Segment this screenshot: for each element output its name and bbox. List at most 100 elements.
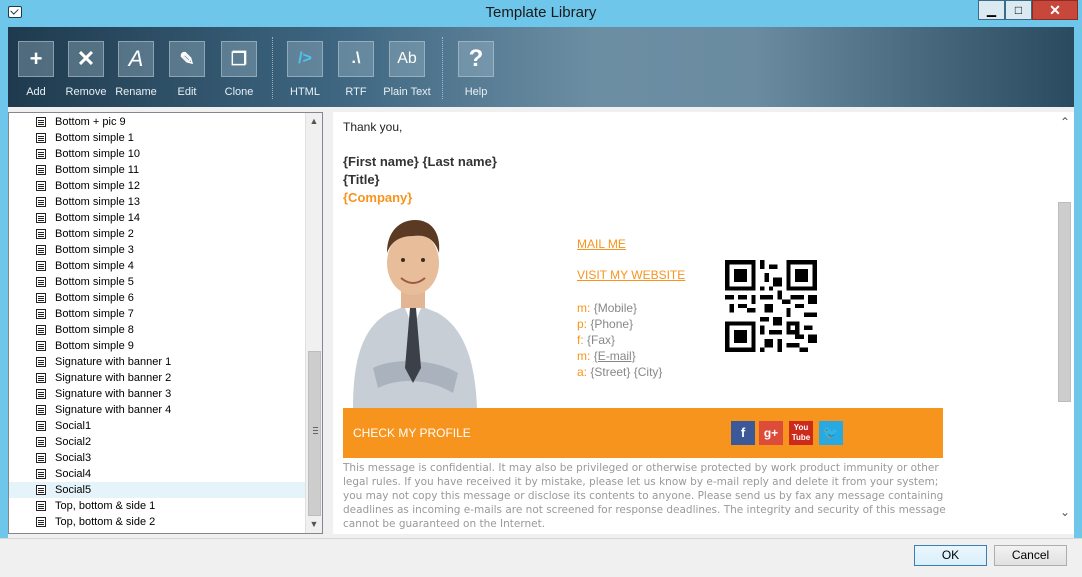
rename-button[interactable]: A Rename [111,41,161,98]
remove-button[interactable]: ✕ Remove [61,41,111,98]
visit-website-link[interactable]: VISIT MY WEBSITE [577,268,685,282]
list-item[interactable]: Top, bottom & side 2 [9,514,305,530]
list-item[interactable]: Bottom simple 2 [9,226,305,242]
template-file-icon [36,261,46,271]
template-file-icon [36,149,46,159]
google-plus-icon[interactable]: g+ [759,421,783,445]
list-item[interactable]: Top, bottom & side 1 [9,498,305,514]
list-item[interactable]: Bottom simple 11 [9,162,305,178]
template-file-icon [36,485,46,495]
rtf-icon: .\ [338,41,374,77]
template-file-icon [36,325,46,335]
profile-banner: CHECK MY PROFILE f g+ You Tube 🐦 [343,408,943,458]
add-label: Add [26,86,46,98]
list-item[interactable]: Bottom simple 7 [9,306,305,322]
company-placeholder: {Company} [343,190,413,205]
maximize-button[interactable]: □ [1005,0,1032,20]
list-scroll-thumb[interactable] [308,351,321,516]
list-item[interactable]: Signature with banner 3 [9,386,305,402]
template-file-icon [36,165,46,175]
list-item[interactable]: Bottom simple 10 [9,146,305,162]
name-placeholder: {First name} {Last name} [343,154,497,169]
list-item[interactable]: Bottom simple 8 [9,322,305,338]
list-item[interactable]: Social2 [9,434,305,450]
html-label: HTML [290,86,320,98]
template-file-icon [36,309,46,319]
list-item[interactable]: Bottom + pic 9 [9,114,305,130]
profile-photo [343,208,483,408]
add-button[interactable]: + Add [11,41,61,98]
template-file-icon [36,245,46,255]
list-item-label: Social2 [55,436,92,448]
list-item[interactable]: Social3 [9,450,305,466]
scroll-up-arrow-icon[interactable]: ▲ [306,113,322,130]
template-file-icon [36,517,46,527]
html-button[interactable]: /> HTML [280,41,330,98]
list-item[interactable]: Social1 [9,418,305,434]
youtube-icon[interactable]: You Tube [789,421,813,445]
template-file-icon [36,229,46,239]
template-file-icon [36,453,46,463]
contact-key: m: [577,301,591,315]
list-item[interactable]: Social5 [9,482,305,498]
list-item[interactable]: Bottom simple 12 [9,178,305,194]
list-item-label: Bottom simple 4 [55,260,134,272]
close-button[interactable]: ✕ [1032,0,1078,20]
template-list[interactable]: Bottom + pic 9 Bottom simple 1 Bottom simp… [8,112,323,534]
facebook-icon[interactable]: f [731,421,755,445]
list-item[interactable]: Bottom simple 13 [9,194,305,210]
list-item-label: Bottom simple 12 [55,180,140,192]
cancel-button[interactable]: Cancel [994,545,1067,566]
clone-button[interactable]: ❐ Clone [214,41,264,98]
list-item[interactable]: Social4 [9,466,305,482]
plain-text-icon: Ab [389,41,425,77]
template-file-icon [36,373,46,383]
rename-label: Rename [115,86,157,98]
template-file-icon [36,469,46,479]
list-item[interactable]: Bottom simple 1 [9,130,305,146]
template-file-icon [36,501,46,511]
list-item[interactable]: Bottom simple 9 [9,338,305,354]
greeting-text: Thank you, [343,120,403,134]
list-item-label: Bottom simple 9 [55,340,134,352]
preview-scroll-thumb[interactable] [1058,202,1071,402]
list-item[interactable]: Bottom simple 4 [9,258,305,274]
list-item[interactable]: Signature with banner 1 [9,354,305,370]
dialog-footer: OK Cancel [0,538,1082,577]
list-item-label: Signature with banner 3 [55,388,172,400]
edit-button[interactable]: ✎ Edit [162,41,212,98]
list-scrollbar[interactable]: ▲ ▼ [305,113,322,533]
minimize-button[interactable]: ▁ [978,0,1005,20]
list-item-label: Bottom simple 14 [55,212,140,224]
list-item[interactable]: Bottom simple 5 [9,274,305,290]
scroll-down-arrow-icon[interactable]: ⌄ [1058,504,1072,520]
list-item[interactable]: Signature with banner 4 [9,402,305,418]
template-file-icon [36,405,46,415]
contact-value: {Mobile} [593,301,638,315]
disclaimer-text: This message is confidential. It may als… [343,462,946,530]
twitter-icon[interactable]: 🐦 [819,421,843,445]
list-item[interactable]: Bottom simple 6 [9,290,305,306]
list-item[interactable]: Bottom simple 14 [9,210,305,226]
template-library-window: Template Library ▁ □ ✕ + Add ✕ Remove A … [0,0,1082,577]
template-file-icon [36,213,46,223]
scroll-down-arrow-icon[interactable]: ▼ [306,516,322,533]
list-item-label: Bottom + pic 9 [55,116,126,128]
check-profile-link[interactable]: CHECK MY PROFILE [353,426,471,440]
template-file-icon [36,181,46,191]
contact-key: f: [577,333,584,347]
template-file-icon [36,293,46,303]
list-item[interactable]: Signature with banner 2 [9,370,305,386]
mail-me-link[interactable]: MAIL ME [577,237,626,251]
email-link[interactable]: {E-mail} [594,349,636,363]
ok-button[interactable]: OK [914,545,987,566]
preview-scrollbar[interactable]: ⌃ ⌄ [1056,112,1074,534]
scroll-up-arrow-icon[interactable]: ⌃ [1058,114,1072,130]
rtf-button[interactable]: .\ RTF [331,41,381,98]
pencil-icon: ✎ [169,41,205,77]
rename-icon: A [118,41,154,77]
list-item-label: Bottom simple 7 [55,308,134,320]
plain-text-button[interactable]: Ab Plain Text [382,41,432,98]
help-button[interactable]: ? Help [451,41,501,98]
list-item[interactable]: Bottom simple 3 [9,242,305,258]
